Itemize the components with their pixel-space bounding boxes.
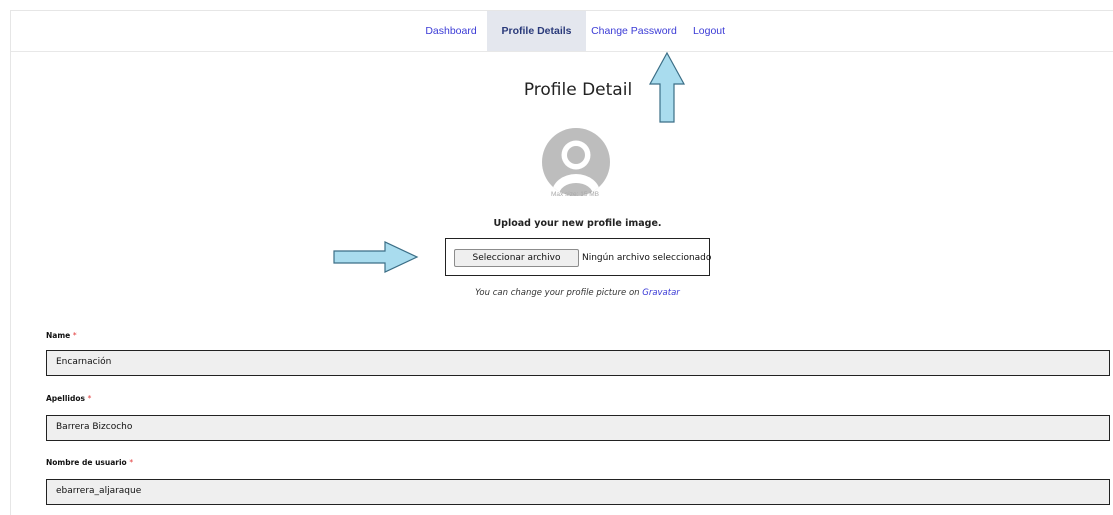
nav-dashboard[interactable]: Dashboard [416,11,486,51]
file-status-text: Ningún archivo seleccionado [582,253,712,263]
gravatar-note-text: You can change your profile picture on [475,288,640,298]
user-avatar-icon [542,128,610,196]
apellidos-input[interactable]: Barrera Bizcocho [46,415,1110,441]
nav-profile-details[interactable]: Profile Details [487,11,586,51]
profile-image-file-input[interactable]: Seleccionar archivo Ningún archivo selec… [445,238,712,276]
apellidos-label-text: Apellidos [46,394,85,403]
required-marker: * [72,331,77,340]
page-title: Profile Detail [523,80,633,100]
apellidos-label: Apellidos * [46,394,91,403]
name-label-text: Name [46,331,71,340]
required-marker: * [129,458,134,467]
choose-file-button[interactable]: Seleccionar archivo [454,249,579,267]
annotation-arrow-right-icon [333,241,419,273]
username-label-text: Nombre de usuario [46,458,127,467]
name-input[interactable]: Encarnación [46,350,1110,376]
username-input[interactable]: ebarrera_aljaraque [46,479,1110,505]
gravatar-note: You can change your profile picture on G… [420,288,735,298]
username-label: Nombre de usuario * [46,458,133,467]
nav-logout[interactable]: Logout [683,11,735,51]
name-label: Name * [46,331,77,340]
max-size-hint: Max size: 15 MB [550,191,600,198]
gravatar-link[interactable]: Gravatar [642,288,680,298]
top-navigation: Dashboard Profile Details Change Passwor… [11,11,1113,52]
nav-change-password[interactable]: Change Password [588,11,680,51]
required-marker: * [87,394,92,403]
upload-heading: Upload your new profile image. [493,218,662,229]
